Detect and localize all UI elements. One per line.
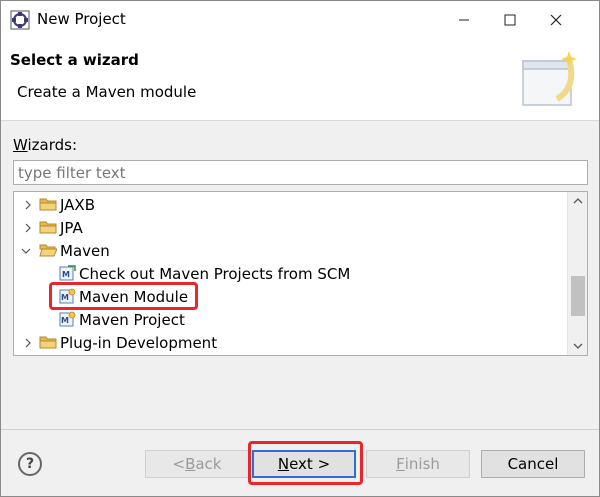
tree-item-label: JAXB <box>60 195 95 214</box>
new-project-window: New Project Select a wizard Create a Mav… <box>0 0 600 497</box>
button-bar-separator <box>1 429 599 430</box>
title-bar: New Project <box>1 1 599 39</box>
tree-item-jpa[interactable]: JPA <box>14 216 566 239</box>
folder-icon <box>39 198 57 211</box>
annotation-highlight-maven-module <box>49 282 198 310</box>
maximize-icon <box>504 14 516 26</box>
tree-item-label: Maven Project <box>79 310 185 329</box>
close-icon <box>550 14 562 26</box>
svg-text:M: M <box>62 270 70 279</box>
finish-button[interactable]: Finish <box>366 450 470 478</box>
svg-text:M: M <box>61 316 69 325</box>
banner-description: Create a Maven module <box>17 83 197 101</box>
annotation-highlight-next <box>248 441 363 485</box>
minimize-icon <box>459 19 469 21</box>
maven-checkout-icon: M <box>59 265 76 281</box>
chevron-down-icon <box>573 343 583 349</box>
wizards-label: Wizards: <box>13 136 78 154</box>
wizard-tree[interactable]: JAXB JPA Maven M Check out Maven Project… <box>13 191 588 356</box>
chevron-right-icon[interactable] <box>22 199 34 211</box>
tree-item-label: Plug-in Development <box>60 333 218 352</box>
close-button[interactable] <box>533 1 579 39</box>
banner-title: Select a wizard <box>10 51 139 69</box>
filter-input[interactable] <box>13 160 588 185</box>
chevron-right-icon[interactable] <box>22 222 34 234</box>
eclipse-app-icon <box>10 10 30 30</box>
tree-item-label: JPA <box>60 218 83 237</box>
wizard-banner-icon <box>522 51 577 106</box>
scroll-down-button[interactable] <box>568 337 587 355</box>
scroll-up-button[interactable] <box>568 192 587 210</box>
minimize-button[interactable] <box>441 1 487 39</box>
scroll-thumb[interactable] <box>571 276 585 316</box>
tree-scrollbar[interactable] <box>567 192 587 355</box>
window-title: New Project <box>37 10 126 28</box>
tree-item-jaxb[interactable]: JAXB <box>14 193 566 216</box>
tree-item-label: Maven <box>60 241 110 260</box>
chevron-down-icon[interactable] <box>20 245 32 257</box>
tree-item-maven-project[interactable]: M Maven Project <box>14 308 566 331</box>
help-button[interactable]: ? <box>18 452 42 476</box>
help-icon: ? <box>25 456 35 472</box>
folder-open-icon <box>39 244 57 257</box>
tree-item-label: Check out Maven Projects from SCM <box>79 264 351 283</box>
tree-item-maven[interactable]: Maven <box>14 239 566 262</box>
wizard-banner: Select a wizard Create a Maven module <box>1 39 599 121</box>
chevron-right-icon[interactable] <box>22 337 34 349</box>
folder-icon <box>39 336 57 349</box>
tree-item-plugin-development[interactable]: Plug-in Development <box>14 331 566 354</box>
folder-icon <box>39 221 57 234</box>
maven-project-icon: M <box>59 311 76 327</box>
cancel-button[interactable]: Cancel <box>481 450 585 478</box>
maximize-button[interactable] <box>487 1 533 39</box>
back-button[interactable]: < Back <box>145 450 249 478</box>
chevron-up-icon <box>573 198 583 204</box>
